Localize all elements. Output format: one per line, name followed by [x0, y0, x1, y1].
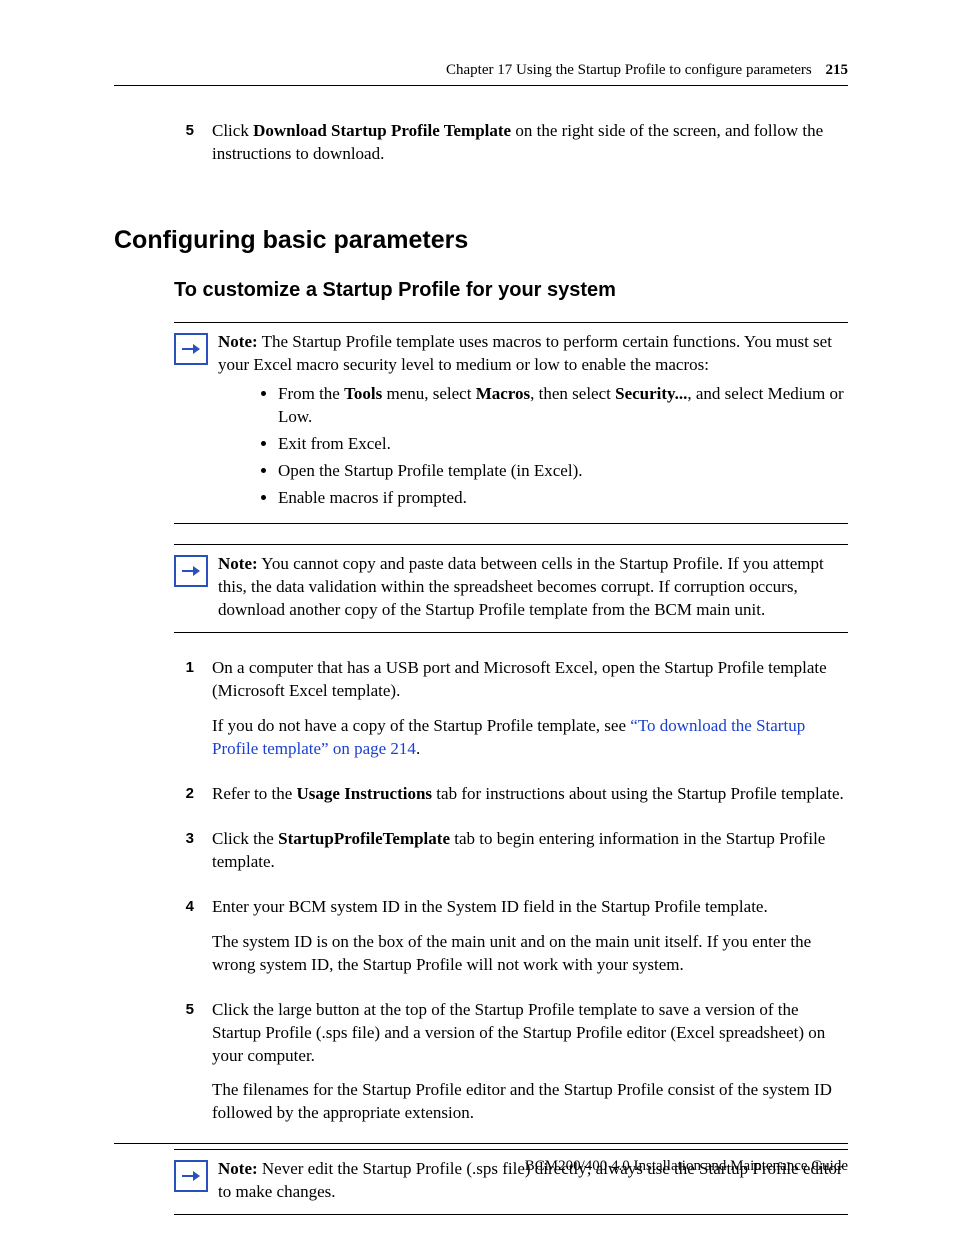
page-number: 215 [826, 62, 849, 78]
step-text: Click Download Startup Profile Template … [212, 120, 848, 178]
bullet-2: Exit from Excel. [278, 433, 848, 456]
step-2: 2 Refer to the Usage Instructions tab fo… [154, 783, 848, 818]
step-number: 5 [154, 999, 212, 1138]
step-5-top: 5 Click Download Startup Profile Templat… [154, 120, 848, 178]
bullet-4: Enable macros if prompted. [278, 487, 848, 510]
page-header: Chapter 17 Using the Startup Profile to … [114, 62, 848, 86]
note-icon [174, 331, 218, 514]
step-text: On a computer that has a USB port and Mi… [212, 657, 848, 773]
page-footer: BCM200/400 4.0 Installation and Maintena… [114, 1143, 848, 1175]
note-no-copy-paste: Note: You cannot copy and paste data bet… [174, 544, 848, 633]
step-number: 3 [154, 828, 212, 886]
note-text: Note: The Startup Profile template uses … [218, 331, 848, 514]
heading-configuring: Configuring basic parameters [114, 226, 848, 255]
step-number: 2 [154, 783, 212, 818]
step-5: 5 Click the large button at the top of t… [154, 999, 848, 1138]
step-number: 1 [154, 657, 212, 773]
note-text: Note: You cannot copy and paste data bet… [218, 553, 848, 622]
step-text: Enter your BCM system ID in the System I… [212, 896, 848, 989]
step-4: 4 Enter your BCM system ID in the System… [154, 896, 848, 989]
step-3: 3 Click the StartupProfileTemplate tab t… [154, 828, 848, 886]
note-bullets: From the Tools menu, select Macros, then… [218, 383, 848, 510]
footer-text: BCM200/400 4.0 Installation and Maintena… [114, 1143, 848, 1175]
chapter-text: Chapter 17 Using the Startup Profile to … [446, 62, 812, 78]
step-text: Click the StartupProfileTemplate tab to … [212, 828, 848, 886]
heading-customize: To customize a Startup Profile for your … [174, 279, 848, 302]
step-text: Click the large button at the top of the… [212, 999, 848, 1138]
note-icon [174, 553, 218, 622]
step-1: 1 On a computer that has a USB port and … [154, 657, 848, 773]
step-number: 4 [154, 896, 212, 989]
arrow-icon [174, 555, 208, 587]
note-macros: Note: The Startup Profile template uses … [174, 322, 848, 525]
page: Chapter 17 Using the Startup Profile to … [0, 0, 954, 1235]
bullet-3: Open the Startup Profile template (in Ex… [278, 460, 848, 483]
bullet-1: From the Tools menu, select Macros, then… [278, 383, 848, 429]
step-text: Refer to the Usage Instructions tab for … [212, 783, 848, 818]
arrow-icon [174, 333, 208, 365]
step-number: 5 [154, 120, 212, 178]
